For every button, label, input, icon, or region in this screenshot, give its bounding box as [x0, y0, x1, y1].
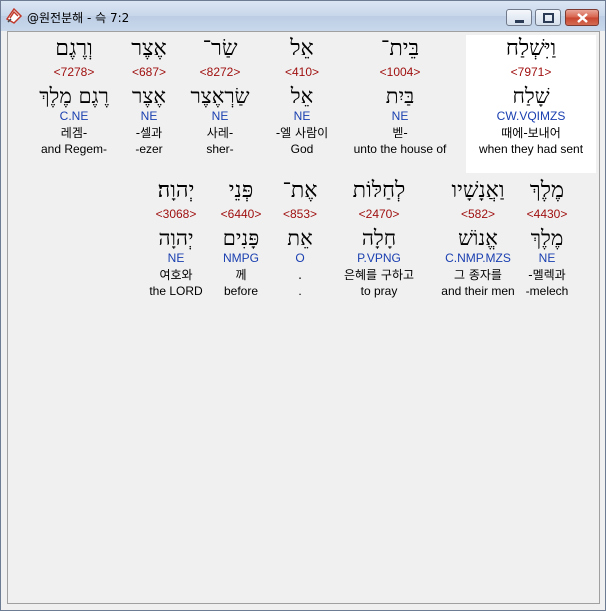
parse-code: NE: [167, 251, 185, 265]
maximize-button[interactable]: [535, 9, 561, 26]
app-window: @원전분해 - 슥 7:2 וַיִּשְׁלַח <7971> שָׁלַח CW.…: [0, 0, 606, 611]
minimize-button[interactable]: [506, 9, 532, 26]
close-button[interactable]: [565, 9, 599, 26]
parse-code: C.NMP.MZS: [445, 251, 511, 265]
strong-number: <1004>: [379, 65, 421, 79]
korean-gloss: 레겜-: [60, 126, 88, 140]
title-bar[interactable]: @원전분해 - 슥 7:2: [1, 1, 605, 31]
maximize-icon: [543, 13, 554, 23]
korean-gloss: 때에-보내어: [501, 126, 561, 140]
hebrew-word: יְהוָה׃: [157, 178, 195, 203]
english-gloss: when they had sent: [478, 142, 584, 156]
hebrew-word: וַאֲנָשָׁיו: [451, 178, 505, 203]
parse-code: NE: [391, 109, 409, 123]
strong-number: <7971>: [510, 65, 552, 79]
strong-number: <3068>: [155, 207, 197, 221]
lemma-word: אֱנוֹשׁ: [458, 226, 498, 250]
parse-code: CW.VQIMZS: [496, 109, 566, 123]
close-icon: [577, 13, 588, 23]
word-block[interactable]: וַאֲנָשָׁיו <582> אֱנוֹשׁ C.NMP.MZS 그 종자를 and…: [423, 177, 533, 298]
lemma-word: שָׁלַח: [512, 84, 550, 108]
app-icon: [5, 7, 23, 24]
word-block[interactable]: בֵּית־ <1004> בַּיִת NE 벧-unto the house of: [345, 35, 455, 156]
word-block[interactable]: וַיִּשְׁלַח <7971> שָׁלַח CW.VQIMZS 때에-보내어 wh…: [466, 35, 596, 173]
strong-number: <582>: [460, 207, 496, 221]
word-block[interactable]: יְהוָה׃ <3068> יְהוָה NE 여호와 the LORD: [121, 177, 231, 298]
hebrew-word: וַיִּשְׁלַח: [505, 36, 557, 61]
lemma-word: בַּיִת: [385, 84, 415, 108]
verse-panel: וַיִּשְׁלַח <7971> שָׁלַח CW.VQIMZS 때에-보내어 wh…: [7, 31, 600, 604]
parse-code: C.NE: [59, 109, 89, 123]
word-block[interactable]: וְרֶגֶם <7278> רֶגֶם מֶלֶךְ C.NE 레겜-and Rege…: [19, 35, 129, 156]
minimize-icon: [515, 20, 524, 23]
window-title: @원전분해 - 슥 7:2: [27, 11, 130, 25]
lemma-word: יְהוָה: [158, 226, 194, 250]
korean-gloss: 벧-: [392, 126, 408, 140]
english-gloss: and their men: [441, 284, 515, 298]
hebrew-word: וְרֶגֶם: [55, 36, 93, 61]
korean-gloss: 그 종자를: [454, 268, 502, 282]
hebrew-word: בֵּית־: [380, 36, 420, 61]
strong-number: <7278>: [53, 65, 95, 79]
english-gloss: unto the house of: [353, 142, 447, 156]
english-gloss: the LORD: [149, 284, 203, 298]
korean-gloss: 여호와: [159, 268, 193, 282]
lemma-word: רֶגֶם מֶלֶךְ: [39, 84, 109, 108]
english-gloss: and Regem-: [40, 142, 108, 156]
